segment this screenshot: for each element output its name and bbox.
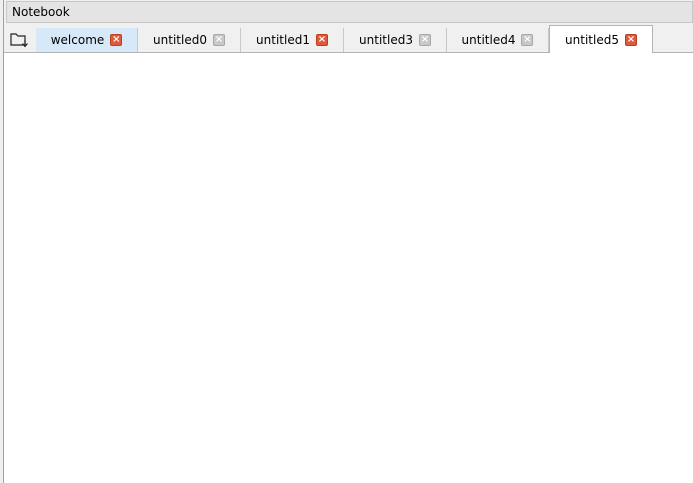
close-icon[interactable]: × [212, 34, 225, 46]
tab-welcome[interactable]: welcome × [36, 28, 138, 52]
close-icon[interactable]: × [624, 33, 637, 46]
close-icon[interactable]: × [521, 34, 534, 46]
tab-untitled5[interactable]: untitled5 × [549, 25, 653, 53]
close-icon[interactable]: × [418, 34, 431, 46]
folder-open-icon [9, 31, 29, 49]
title-bar: Notebook [6, 1, 693, 23]
tab-label: untitled5 [565, 32, 619, 47]
tab-label: untitled3 [359, 33, 413, 47]
close-icon[interactable]: × [110, 34, 123, 46]
tab-label: untitled1 [256, 33, 310, 47]
tab-untitled3[interactable]: untitled3 × [344, 28, 447, 52]
window-title: Notebook [12, 5, 70, 19]
notebook-content-area[interactable] [4, 53, 693, 483]
notebook-window: Notebook welcome × untitled0 × untitled1… [0, 0, 693, 483]
tab-label: welcome [50, 33, 105, 47]
tab-untitled0[interactable]: untitled0 × [138, 28, 241, 52]
tab-label: untitled4 [461, 33, 516, 47]
tab-untitled4[interactable]: untitled4 × [447, 28, 549, 52]
tab-label: untitled0 [153, 33, 207, 47]
open-file-button[interactable] [4, 28, 34, 52]
tab-untitled1[interactable]: untitled1 × [241, 28, 344, 52]
close-icon[interactable]: × [315, 34, 328, 46]
